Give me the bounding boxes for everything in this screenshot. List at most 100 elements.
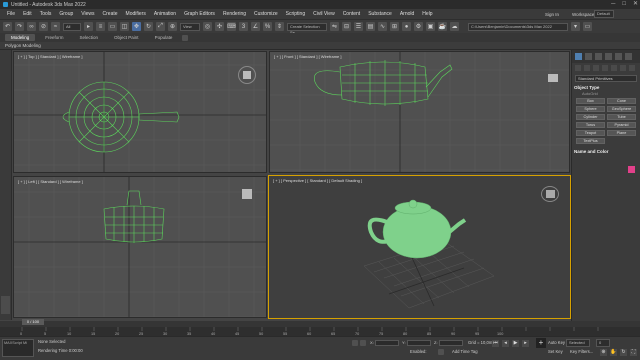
- viewcube-perspective[interactable]: [541, 186, 559, 202]
- set-key-icon[interactable]: +: [536, 338, 546, 348]
- menu-create[interactable]: Create: [99, 11, 122, 17]
- sign-in-link[interactable]: Sign In: [545, 12, 559, 17]
- time-tag-icon[interactable]: [438, 349, 444, 355]
- geosphere-button[interactable]: GeoSphere: [607, 106, 636, 112]
- window-crossing-icon[interactable]: ◫: [120, 22, 129, 31]
- toggle-ribbon-icon[interactable]: ▤: [366, 22, 375, 31]
- workspace-dropdown[interactable]: Default: [594, 10, 614, 18]
- box-button[interactable]: Box: [576, 98, 605, 104]
- name-and-color-rollout[interactable]: Name and Color: [574, 149, 638, 154]
- select-object-icon[interactable]: ▸: [84, 22, 93, 31]
- menu-modifiers[interactable]: Modifiers: [122, 11, 150, 17]
- ribbon-toggle-icon[interactable]: [182, 34, 189, 41]
- cylinder-button[interactable]: Cylinder: [576, 114, 605, 120]
- spinner-snap-icon[interactable]: ⇕: [275, 22, 284, 31]
- menu-help[interactable]: Help: [418, 11, 436, 17]
- pyramid-button[interactable]: Pyramid: [607, 122, 636, 128]
- lights-icon[interactable]: [593, 65, 599, 71]
- material-editor-icon[interactable]: ●: [402, 22, 411, 31]
- modify-tab-icon[interactable]: [585, 53, 592, 60]
- menu-arnold[interactable]: Arnold: [396, 11, 418, 17]
- menu-content[interactable]: Content: [339, 11, 365, 17]
- menu-views[interactable]: Views: [77, 11, 98, 17]
- redo-icon[interactable]: ↷: [15, 22, 24, 31]
- viewcube-top[interactable]: [238, 66, 256, 84]
- placement-icon[interactable]: ⊕: [168, 22, 177, 31]
- pivot-center-icon[interactable]: ◎: [203, 22, 212, 31]
- motion-tab-icon[interactable]: [605, 53, 612, 60]
- display-tab-icon[interactable]: [615, 53, 622, 60]
- viewport-left[interactable]: [ + ] [ Left ] [ Standard ] [ Wireframe …: [13, 176, 267, 318]
- select-scale-icon[interactable]: ⤢: [156, 22, 165, 31]
- go-to-start-icon[interactable]: ⏮: [492, 340, 499, 347]
- polygon-modeling-label[interactable]: Polygon Modeling: [5, 43, 41, 48]
- key-filters-button[interactable]: Key Filters...: [570, 349, 593, 354]
- menu-graph-editors[interactable]: Graph Editors: [180, 11, 219, 17]
- select-manipulate-icon[interactable]: ✣: [215, 22, 224, 31]
- maximize-viewport-icon[interactable]: ⛶: [630, 349, 637, 356]
- bind-space-warp-icon[interactable]: ≈: [51, 22, 60, 31]
- key-set-dropdown[interactable]: Selected: [566, 339, 590, 347]
- schematic-view-icon[interactable]: ⊞: [390, 22, 399, 31]
- close-button[interactable]: ✕: [633, 0, 638, 9]
- folder-icon[interactable]: ▾: [571, 22, 580, 31]
- menu-animation[interactable]: Animation: [150, 11, 180, 17]
- plane-button[interactable]: Plane: [607, 130, 636, 136]
- reference-coordinate-dropdown[interactable]: View: [180, 22, 200, 31]
- x-field[interactable]: [374, 340, 399, 346]
- tab-selection[interactable]: Selection: [74, 34, 105, 41]
- tab-modeling[interactable]: Modeling: [5, 34, 36, 41]
- create-tab-icon[interactable]: [575, 53, 582, 60]
- teapot-button[interactable]: Teapot: [576, 130, 605, 136]
- geometry-icon[interactable]: [575, 65, 581, 71]
- menu-customize[interactable]: Customize: [250, 11, 282, 17]
- y-coordinate[interactable]: Y:: [402, 340, 431, 346]
- project-folder-icon[interactable]: ▭: [583, 22, 592, 31]
- z-coordinate[interactable]: Z:: [434, 340, 463, 346]
- primitive-type-dropdown[interactable]: Standard Primitives: [575, 75, 637, 82]
- systems-icon[interactable]: [629, 65, 635, 71]
- percent-snap-icon[interactable]: %: [263, 22, 272, 31]
- project-path-field[interactable]: C:\Users\Benjamin\Documents\3ds Max 2022: [468, 22, 568, 31]
- menu-edit[interactable]: Edit: [19, 11, 36, 17]
- helpers-icon[interactable]: [611, 65, 617, 71]
- viewcube-front[interactable]: [548, 74, 558, 82]
- menu-civil-view[interactable]: Civil View: [309, 11, 339, 17]
- x-coordinate[interactable]: X:: [370, 340, 399, 346]
- minimize-button[interactable]: ─: [611, 0, 615, 9]
- auto-key-button[interactable]: Auto Key: [548, 340, 565, 345]
- menu-substance[interactable]: Substance: [364, 11, 396, 17]
- named-selection-set-dropdown[interactable]: Create Selection Se: [287, 22, 327, 35]
- render-cloud-icon[interactable]: ☁: [450, 22, 459, 31]
- utilities-tab-icon[interactable]: [625, 53, 632, 60]
- cameras-icon[interactable]: [602, 65, 608, 71]
- orbit-icon[interactable]: ↻: [620, 349, 627, 356]
- space-warps-icon[interactable]: [620, 65, 626, 71]
- snaps-toggle-icon[interactable]: 3: [239, 22, 248, 31]
- angle-snap-icon[interactable]: ∠: [251, 22, 260, 31]
- viewport-top[interactable]: [ + ] [ Top ] [ Standard ] [ Wireframe ]: [13, 51, 267, 173]
- tab-populate[interactable]: Populate: [149, 34, 179, 41]
- current-frame-field[interactable]: 0: [596, 339, 610, 347]
- rectangle-selection-icon[interactable]: ▭: [108, 22, 117, 31]
- object-type-rollout[interactable]: Object Type: [574, 85, 638, 90]
- y-field[interactable]: [406, 340, 431, 346]
- torus-button[interactable]: Torus: [576, 122, 605, 128]
- render-setup-icon[interactable]: ⚙: [414, 22, 423, 31]
- render-icon[interactable]: ☕: [438, 22, 447, 31]
- shapes-icon[interactable]: [584, 65, 590, 71]
- menu-group[interactable]: Group: [55, 11, 77, 17]
- link-icon[interactable]: ∞: [27, 22, 36, 31]
- time-slider[interactable]: 0 / 100: [22, 319, 44, 325]
- mirror-icon[interactable]: ⇋: [330, 22, 339, 31]
- layout-button[interactable]: [1, 296, 10, 314]
- textplus-button[interactable]: TextPlus: [576, 138, 605, 144]
- pan-icon[interactable]: ✋: [610, 349, 617, 356]
- select-by-name-icon[interactable]: ≡: [96, 22, 105, 31]
- z-field[interactable]: [438, 340, 463, 346]
- maxscript-listener[interactable]: MAXScript Mi: [2, 339, 34, 357]
- hierarchy-tab-icon[interactable]: [595, 53, 602, 60]
- track-bar[interactable]: 0 5 10 15 20 25 30 35 40 45 50 55 60 65 …: [0, 327, 640, 336]
- tube-button[interactable]: Tube: [607, 114, 636, 120]
- sphere-button[interactable]: Sphere: [576, 106, 605, 112]
